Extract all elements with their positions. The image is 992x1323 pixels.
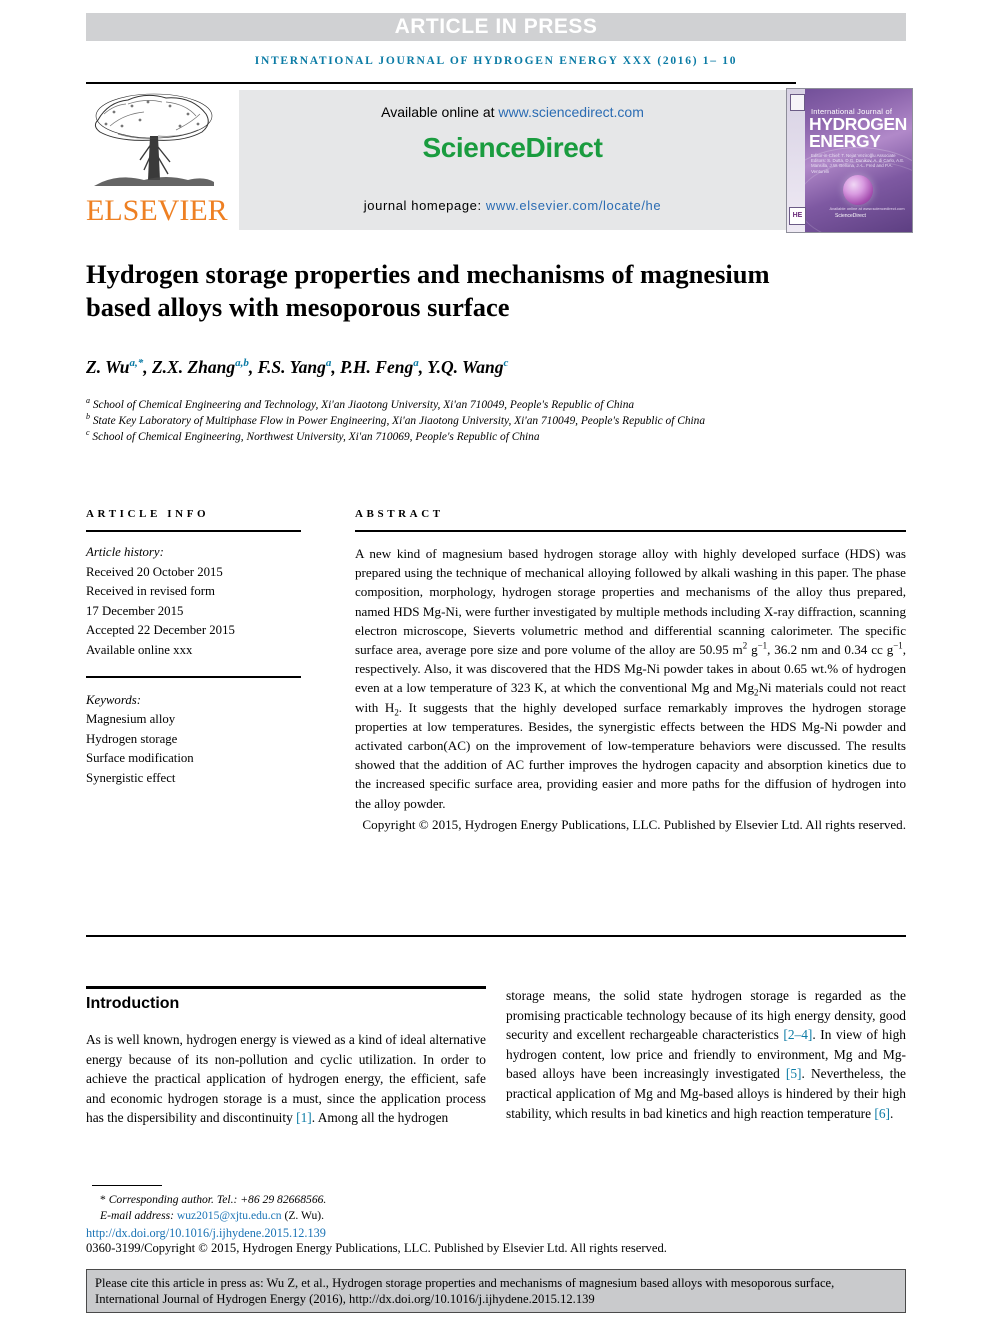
abstract-text-part: , 36.2 nm and 0.34 cc g xyxy=(767,642,894,658)
reference-link-3[interactable]: [5] xyxy=(786,1066,802,1081)
elsevier-logo: ELSEVIER xyxy=(86,88,228,233)
journal-running-head: INTERNATIONAL JOURNAL OF HYDROGEN ENERGY… xyxy=(254,55,738,67)
intro-text-part: . Among all the hydrogen xyxy=(311,1110,449,1126)
doi-link[interactable]: http://dx.doi.org/10.1016/j.ijhydene.201… xyxy=(86,1226,326,1241)
article-history-item: Available online xxx xyxy=(86,642,193,657)
citation-notice-text: Please cite this article in press as: Wu… xyxy=(95,1276,835,1306)
introduction-top-rule xyxy=(86,986,486,989)
author-affiliation-marks: a xyxy=(413,357,419,370)
journal-cover-thumbnail: HE International Journal of HYDROGEN ENE… xyxy=(786,88,913,233)
masthead-top-rule xyxy=(86,82,796,84)
article-info-rule xyxy=(86,530,301,532)
author-name: F.S. Yang xyxy=(257,357,326,377)
cover-available-note: Available online at www.sciencedirect.co… xyxy=(829,206,905,211)
article-history: Article history: Received 20 October 201… xyxy=(86,543,301,660)
email-suffix: (Z. Wu). xyxy=(281,1209,325,1222)
issn-copyright-line: 0360-3199/Copyright © 2015, Hydrogen Ene… xyxy=(86,1241,667,1255)
sciencedirect-box: Available online at www.sciencedirect.co… xyxy=(239,90,786,230)
author-affiliation-marks: a,b xyxy=(235,357,249,370)
abstract-rule xyxy=(355,530,906,532)
article-history-item: Received in revised form xyxy=(86,584,215,598)
cover-title-line-2: ENERGY xyxy=(809,131,881,151)
cover-editors-text: Editor-in-Chief: T. Nejat Veziroğlu Asso… xyxy=(811,153,905,174)
author-name: Y.Q. Wang xyxy=(427,357,504,377)
article-history-item: 17 December 2015 xyxy=(86,603,184,618)
abstract-text-part: A new kind of magnesium based hydrogen s… xyxy=(355,546,906,658)
author-name: P.H. Feng xyxy=(340,357,414,377)
affiliation-mark: c xyxy=(86,428,90,438)
article-in-press-label: ARTICLE IN PRESS xyxy=(394,15,598,38)
affiliation-text: School of Chemical Engineering, Northwes… xyxy=(92,431,540,444)
masthead: ELSEVIER Available online at www.science… xyxy=(86,88,913,233)
email-label: E-mail address: xyxy=(100,1209,177,1222)
available-online-prefix: Available online at xyxy=(381,104,499,120)
intro-text-part: . xyxy=(890,1105,894,1121)
article-title: Hydrogen storage properties and mechanis… xyxy=(86,259,770,322)
affiliation-mark: a xyxy=(86,396,90,406)
elsevier-wordmark: ELSEVIER xyxy=(86,194,228,227)
cover-sciencedirect-note: ScienceDirect xyxy=(835,213,866,219)
citation-notice-box: Please cite this article in press as: Wu… xyxy=(86,1269,906,1313)
available-online-line: Available online at www.sciencedirect.co… xyxy=(239,104,786,120)
article-info-heading: ARTICLE INFO xyxy=(86,508,210,520)
journal-homepage-line: journal homepage: www.elsevier.com/locat… xyxy=(239,198,786,213)
introduction-left-column: As is well known, hydrogen energy is vie… xyxy=(86,1030,486,1128)
keywords-block: Keywords: Magnesium alloy Hydrogen stora… xyxy=(86,691,301,789)
journal-homepage-prefix: journal homepage: xyxy=(363,198,486,213)
abstract-text-part: . It suggests that the highly developed … xyxy=(355,699,906,811)
keyword-item: Synergistic effect xyxy=(86,770,176,785)
affiliation-list: a School of Chemical Engineering and Tec… xyxy=(86,397,886,446)
footnote-block: * Corresponding author. Tel.: +86 29 826… xyxy=(92,1192,512,1224)
reference-link-1[interactable]: [1] xyxy=(296,1110,312,1125)
cover-elsevier-icon xyxy=(790,94,805,111)
keyword-item: Surface modification xyxy=(86,751,194,765)
keyword-item: Hydrogen storage xyxy=(86,731,178,746)
footnote-rule xyxy=(92,1185,162,1186)
introduction-right-column: storage means, the solid state hydrogen … xyxy=(506,986,906,1123)
author-name: Z.X. Zhang xyxy=(151,357,236,377)
affiliation-mark: b xyxy=(86,412,90,422)
affiliation-item: b State Key Laboratory of Multiphase Flo… xyxy=(86,413,886,429)
corresponding-author-text: Corresponding author. Tel.: +86 29 82668… xyxy=(108,1193,327,1206)
corresponding-author-note: * Corresponding author. Tel.: +86 29 826… xyxy=(100,1193,327,1206)
sciencedirect-link[interactable]: www.sciencedirect.com xyxy=(498,104,644,120)
abstract-copyright: Copyright © 2015, Hydrogen Energy Public… xyxy=(362,816,906,832)
abstract-text-part: g xyxy=(747,642,758,658)
elsevier-tree-icon xyxy=(94,93,214,186)
author-list: Z. Wua,*, Z.X. Zhanga,b, F.S. Yanga, P.H… xyxy=(86,357,509,377)
article-history-label: Article history: xyxy=(86,545,164,559)
journal-homepage-link[interactable]: www.elsevier.com/locate/he xyxy=(486,198,661,213)
author-name: Z. Wu xyxy=(86,357,130,377)
article-in-press-banner: ARTICLE IN PRESS xyxy=(86,13,906,41)
abstract-superscript: −1 xyxy=(893,640,903,651)
keywords-rule xyxy=(86,676,301,678)
article-history-item: Received 20 October 2015 xyxy=(86,564,223,579)
email-link[interactable]: wuz2015@xjtu.edu.cn xyxy=(177,1209,282,1222)
reference-link-2[interactable]: [2–4] xyxy=(783,1027,812,1042)
abstract-body: A new kind of magnesium based hydrogen s… xyxy=(355,544,906,834)
sciencedirect-wordmark: ScienceDirect xyxy=(422,132,603,163)
article-history-item: Accepted 22 December 2015 xyxy=(86,623,235,637)
author-affiliation-marks: a xyxy=(325,357,332,370)
affiliation-item: c School of Chemical Engineering, Northw… xyxy=(86,429,886,445)
affiliation-text: State Key Laboratory of Multiphase Flow … xyxy=(92,415,706,428)
abstract-bottom-rule xyxy=(86,935,906,937)
abstract-heading: ABSTRACT xyxy=(355,508,444,520)
keyword-item: Magnesium alloy xyxy=(86,712,176,726)
abstract-superscript: −1 xyxy=(757,640,768,651)
affiliation-text: School of Chemical Engineering and Techn… xyxy=(92,399,635,411)
affiliation-item: a School of Chemical Engineering and Tec… xyxy=(86,397,886,413)
article-info-column: ARTICLE INFO Article history: Received 2… xyxy=(86,508,301,788)
keywords-label: Keywords: xyxy=(86,692,141,707)
email-line: E-mail address: wuz2015@xjtu.edu.cn (Z. … xyxy=(92,1208,512,1224)
reference-link-4[interactable]: [6] xyxy=(874,1106,890,1121)
cover-sphere-graphic xyxy=(843,175,873,205)
author-affiliation-marks: a,* xyxy=(129,357,144,370)
author-affiliation-marks: c xyxy=(503,357,509,370)
cover-he-logo-icon: HE xyxy=(789,207,806,225)
introduction-heading: Introduction xyxy=(86,995,180,1012)
article-page: ARTICLE IN PRESS INTERNATIONAL JOURNAL O… xyxy=(0,0,992,1323)
abstract-column: ABSTRACT A new kind of magnesium based h… xyxy=(355,508,906,834)
